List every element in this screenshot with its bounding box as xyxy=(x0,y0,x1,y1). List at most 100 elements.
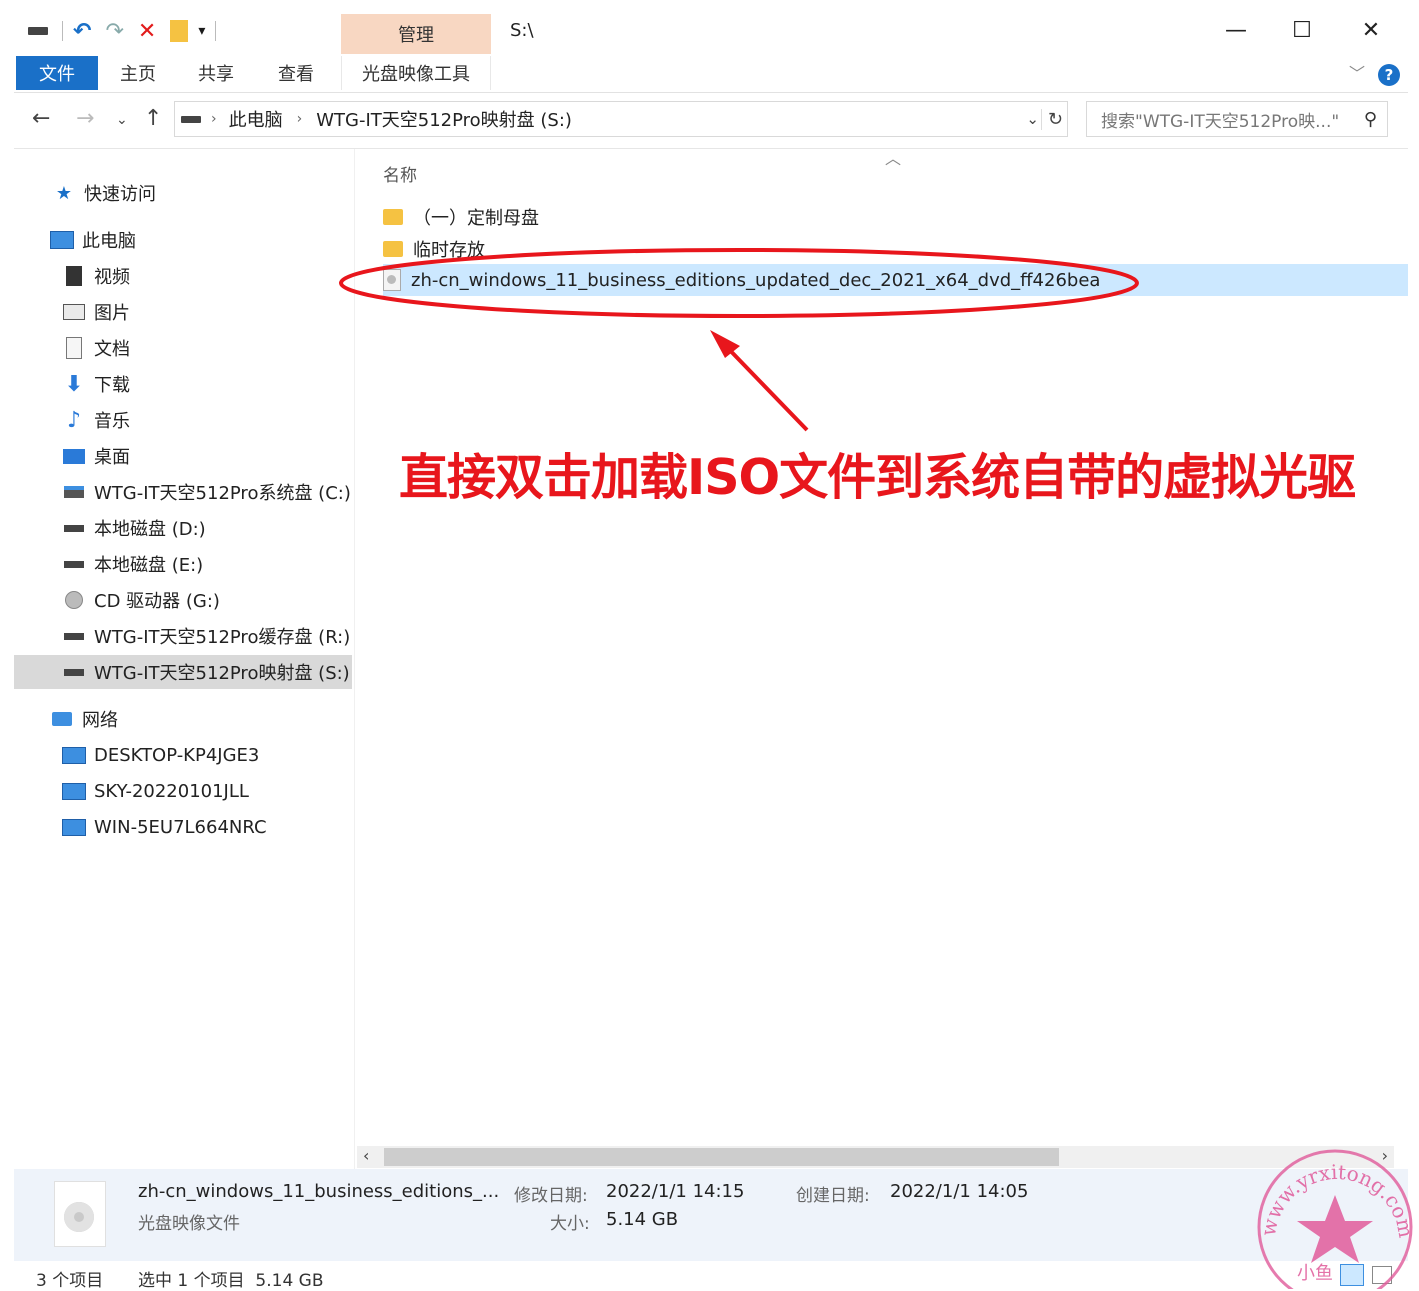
sidebar-item-downloads[interactable]: ⬇ 下载 xyxy=(14,367,400,401)
new-folder-icon[interactable] xyxy=(170,20,189,42)
quick-access-toolbar: ↶ ↷ ✕ ▾ xyxy=(28,16,217,46)
sidebar-item-label: WTG-IT天空512Pro系统盘 (C:) xyxy=(94,483,351,504)
tab-home[interactable]: 主页 xyxy=(110,56,166,90)
status-bar: 3 个项目 选中 1 个项目 5.14 GB xyxy=(14,1261,1408,1291)
computer-icon xyxy=(62,743,86,767)
drive-icon xyxy=(181,115,201,123)
tab-share[interactable]: 共享 xyxy=(188,56,244,90)
folder-icon xyxy=(383,209,403,225)
watermark-stamp: www.yrxitong.com 小鱼 xyxy=(1256,1149,1413,1289)
details-created-label: 创建日期: xyxy=(796,1186,870,1206)
details-file-type: 光盘映像文件 xyxy=(138,1214,240,1234)
separator xyxy=(215,21,217,41)
sidebar-item-label: 图片 xyxy=(94,303,130,324)
computer-icon xyxy=(50,228,74,252)
recent-locations-chevron-icon[interactable]: ⌄ xyxy=(116,112,128,128)
desktop-icon xyxy=(62,444,86,468)
tab-file[interactable]: 文件 xyxy=(16,56,98,90)
sidebar-item-label: 下载 xyxy=(94,375,130,396)
breadcrumb-drive-s[interactable]: WTG-IT天空512Pro映射盘 (S:) xyxy=(316,106,572,132)
forward-arrow-icon[interactable]: → xyxy=(76,106,94,131)
cd-drive-icon xyxy=(62,588,86,612)
address-dropdown-chevron-icon[interactable]: ⌄ xyxy=(1026,110,1039,128)
sidebar-item-drive-s[interactable]: WTG-IT天空512Pro映射盘 (S:) xyxy=(14,655,352,689)
up-arrow-icon[interactable]: ↑ xyxy=(144,106,162,131)
list-item[interactable]: （一）定制母盘 xyxy=(383,201,1403,233)
details-created-value: 2022/1/1 14:05 xyxy=(890,1181,1029,1202)
back-arrow-icon[interactable]: ← xyxy=(32,106,50,131)
maximize-button[interactable]: ☐ xyxy=(1280,14,1324,46)
sidebar-item-music[interactable]: ♪ 音乐 xyxy=(14,403,400,437)
status-item-count: 3 个项目 xyxy=(36,1271,104,1291)
sidebar-item-drive-e[interactable]: 本地磁盘 (E:) xyxy=(14,547,400,581)
sidebar-item-documents[interactable]: 文档 xyxy=(14,331,400,365)
sidebar-item-pictures[interactable]: 图片 xyxy=(14,295,400,329)
refresh-icon[interactable]: ↻ xyxy=(1040,108,1063,130)
tab-disc-image-tools[interactable]: 光盘映像工具 xyxy=(341,56,491,90)
status-selection: 选中 1 个项目 5.14 GB xyxy=(138,1271,324,1291)
folder-icon xyxy=(383,241,403,257)
details-modified-label: 修改日期: xyxy=(514,1186,588,1206)
horizontal-scrollbar[interactable]: ‹ › xyxy=(357,1146,1394,1168)
sidebar-item-label: WTG-IT天空512Pro缓存盘 (R:) xyxy=(94,627,351,648)
close-button[interactable]: ✕ xyxy=(1349,14,1393,46)
sidebar-item-network-computer[interactable]: SKY-20220101JLL xyxy=(14,774,400,808)
search-input[interactable]: 搜索"WTG-IT天空512Pro映..." ⚲ xyxy=(1086,101,1388,137)
list-item[interactable]: 临时存放 xyxy=(383,233,1403,265)
sidebar-item-network-computer[interactable]: DESKTOP-KP4JGE3 xyxy=(14,738,400,772)
list-item-selected[interactable]: zh-cn_windows_11_business_editions_updat… xyxy=(383,264,1408,296)
picture-icon xyxy=(62,300,86,324)
redo-icon[interactable]: ↷ xyxy=(105,19,123,44)
explorer-window: ↶ ↷ ✕ ▾ 管理 S:\ — ☐ ✕ 文件 主页 共享 查看 光盘映像工具 … xyxy=(14,0,1408,1291)
sidebar-item-this-pc[interactable]: 此电脑 xyxy=(14,223,388,257)
sidebar-item-network-computer[interactable]: WIN-5EU7L664NRC xyxy=(14,810,400,844)
breadcrumb-this-pc[interactable]: 此电脑 xyxy=(229,106,283,132)
sidebar-item-desktop[interactable]: 桌面 xyxy=(14,439,400,473)
sidebar-item-label: 网络 xyxy=(82,710,118,731)
sidebar-item-label: 本地磁盘 (E:) xyxy=(94,555,204,576)
sidebar-item-label: CD 驱动器 (G:) xyxy=(94,591,220,612)
annotation-text: 直接双击加载ISO文件到系统自带的虚拟光驱 xyxy=(399,449,1356,506)
title-bar: ↶ ↷ ✕ ▾ 管理 S:\ — ☐ ✕ xyxy=(14,0,1408,56)
sidebar-item-label: SKY-20220101JLL xyxy=(94,780,249,802)
drive-icon[interactable] xyxy=(28,27,48,35)
sidebar-item-label: 桌面 xyxy=(94,447,130,468)
tab-view[interactable]: 查看 xyxy=(268,56,324,90)
sidebar-item-cd-drive-g[interactable]: CD 驱动器 (G:) xyxy=(14,583,400,617)
file-name: zh-cn_windows_11_business_editions_updat… xyxy=(411,269,1101,291)
computer-icon xyxy=(62,815,86,839)
ribbon-tabs: 文件 主页 共享 查看 光盘映像工具 ﹀ xyxy=(14,56,1408,93)
sidebar-item-drive-r[interactable]: WTG-IT天空512Pro缓存盘 (R:) xyxy=(14,619,400,653)
scrollbar-thumb[interactable] xyxy=(384,1148,1059,1166)
drive-icon xyxy=(62,516,86,540)
delete-icon[interactable]: ✕ xyxy=(138,19,156,44)
details-pane: zh-cn_windows_11_business_editions_... 光… xyxy=(14,1169,1408,1261)
sidebar-item-label: 本地磁盘 (D:) xyxy=(94,519,206,540)
search-icon[interactable]: ⚲ xyxy=(1364,109,1377,130)
sidebar-item-videos[interactable]: 视频 xyxy=(14,259,400,293)
help-icon[interactable]: ? xyxy=(1378,64,1400,86)
sidebar-item-quick-access[interactable]: ★ 快速访问 xyxy=(14,176,390,210)
minimize-button[interactable]: — xyxy=(1214,14,1258,46)
address-bar[interactable]: › 此电脑 › WTG-IT天空512Pro映射盘 (S:) ⌄ ↻ xyxy=(174,101,1068,137)
details-size-value: 5.14 GB xyxy=(606,1209,679,1230)
tab-manage[interactable]: 管理 xyxy=(341,14,491,54)
navigation-bar: ← → ⌄ ↑ › 此电脑 › WTG-IT天空512Pro映射盘 (S:) ⌄… xyxy=(14,92,1408,149)
column-header-name[interactable]: 名称 xyxy=(383,161,417,186)
file-list: ︿ 名称 （一）定制母盘 临时存放 zh-cn_windows_11_busin… xyxy=(355,149,1408,1144)
drive-icon xyxy=(62,660,86,684)
drive-icon xyxy=(62,552,86,576)
scroll-left-icon[interactable]: ‹ xyxy=(363,1146,369,1165)
customize-toolbar-chevron-icon[interactable]: ▾ xyxy=(198,23,205,39)
sidebar-item-drive-d[interactable]: 本地磁盘 (D:) xyxy=(14,511,400,545)
sidebar-item-network[interactable]: 网络 xyxy=(14,702,388,736)
details-filename: zh-cn_windows_11_business_editions_... xyxy=(138,1181,500,1202)
undo-icon[interactable]: ↶ xyxy=(73,19,91,44)
search-placeholder: 搜索"WTG-IT天空512Pro映..." xyxy=(1101,111,1340,132)
ribbon-expand-chevron-icon[interactable]: ﹀ xyxy=(1349,60,1365,84)
sidebar-item-drive-c[interactable]: WTG-IT天空512Pro系统盘 (C:) xyxy=(14,475,400,509)
details-size-label: 大小: xyxy=(550,1214,590,1234)
watermark-star-icon xyxy=(1297,1195,1373,1263)
sidebar-item-label: 文档 xyxy=(94,339,130,360)
breadcrumb-chevron-icon: › xyxy=(211,111,217,127)
